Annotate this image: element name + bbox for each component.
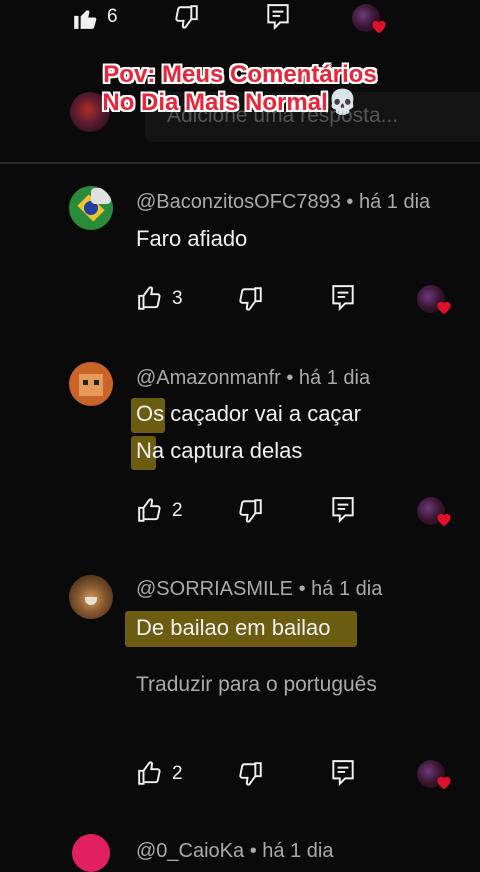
comment-time: há 1 dia [311, 578, 383, 600]
comment-author[interactable]: @BaconzitosOFC7893 [136, 191, 341, 213]
overlay-caption-line2: No Dia Mais Normal💀 [0, 89, 470, 117]
creator-heart-icon [352, 4, 388, 34]
comment-meta: @SORRIASMILE • há 1 dia [136, 578, 383, 600]
comment-author[interactable]: @Amazonmanfr [136, 367, 281, 389]
reply-icon[interactable] [330, 759, 356, 787]
comment-meta: @BaconzitosOFC7893 • há 1 dia [136, 191, 431, 213]
thumbs-up-icon[interactable] [137, 497, 163, 523]
creator-heart-icon [417, 497, 453, 527]
comment-meta: @0_CaioKa • há 1 dia [136, 840, 334, 862]
top-like-count: 6 [107, 6, 118, 27]
thumbs-down-icon[interactable] [238, 498, 264, 524]
avatar-sorriasmile [69, 575, 113, 619]
avatar-baconzitos [69, 186, 113, 230]
reply-icon[interactable] [265, 3, 291, 31]
thumbs-down-icon[interactable] [238, 286, 264, 312]
overlay-caption-text: No Dia Mais Normal [102, 89, 328, 116]
thumbs-up-icon[interactable] [72, 5, 98, 31]
like-count: 3 [172, 288, 183, 309]
translate-link[interactable]: Traduzir para o português [136, 673, 377, 697]
avatar-caioka [72, 834, 110, 872]
like-count: 2 [172, 500, 183, 521]
overlay-caption-line1: Pov: Meus Comentários [103, 61, 377, 88]
comment-time: há 1 dia [298, 367, 371, 389]
creator-heart-icon [417, 285, 453, 315]
avatar-amazonmanfr [69, 362, 113, 406]
thumbs-up-icon[interactable] [137, 285, 163, 311]
like-count: 2 [172, 763, 183, 784]
comment-text-line2: Na captura delas [136, 438, 303, 463]
comment-author[interactable]: @0_CaioKa [136, 840, 244, 862]
creator-heart-icon [417, 760, 453, 790]
comment-text: Faro afiado [136, 226, 248, 251]
comment-text: De bailao em bailao [136, 615, 331, 640]
comment-time: há 1 dia [358, 191, 431, 213]
comment-meta: @Amazonmanfr • há 1 dia [136, 367, 371, 389]
thumbs-down-icon[interactable] [238, 761, 264, 787]
comment-time: há 1 dia [262, 840, 334, 862]
section-divider [0, 162, 480, 164]
thumbs-down-icon[interactable] [174, 4, 200, 30]
comment-text-line1: Os caçador vai a caçar [136, 401, 361, 426]
reply-icon[interactable] [330, 284, 356, 312]
skull-emoji: 💀 [327, 89, 358, 116]
thumbs-up-icon[interactable] [137, 760, 163, 786]
comment-author[interactable]: @SORRIASMILE [136, 578, 293, 600]
reply-icon[interactable] [330, 496, 356, 524]
